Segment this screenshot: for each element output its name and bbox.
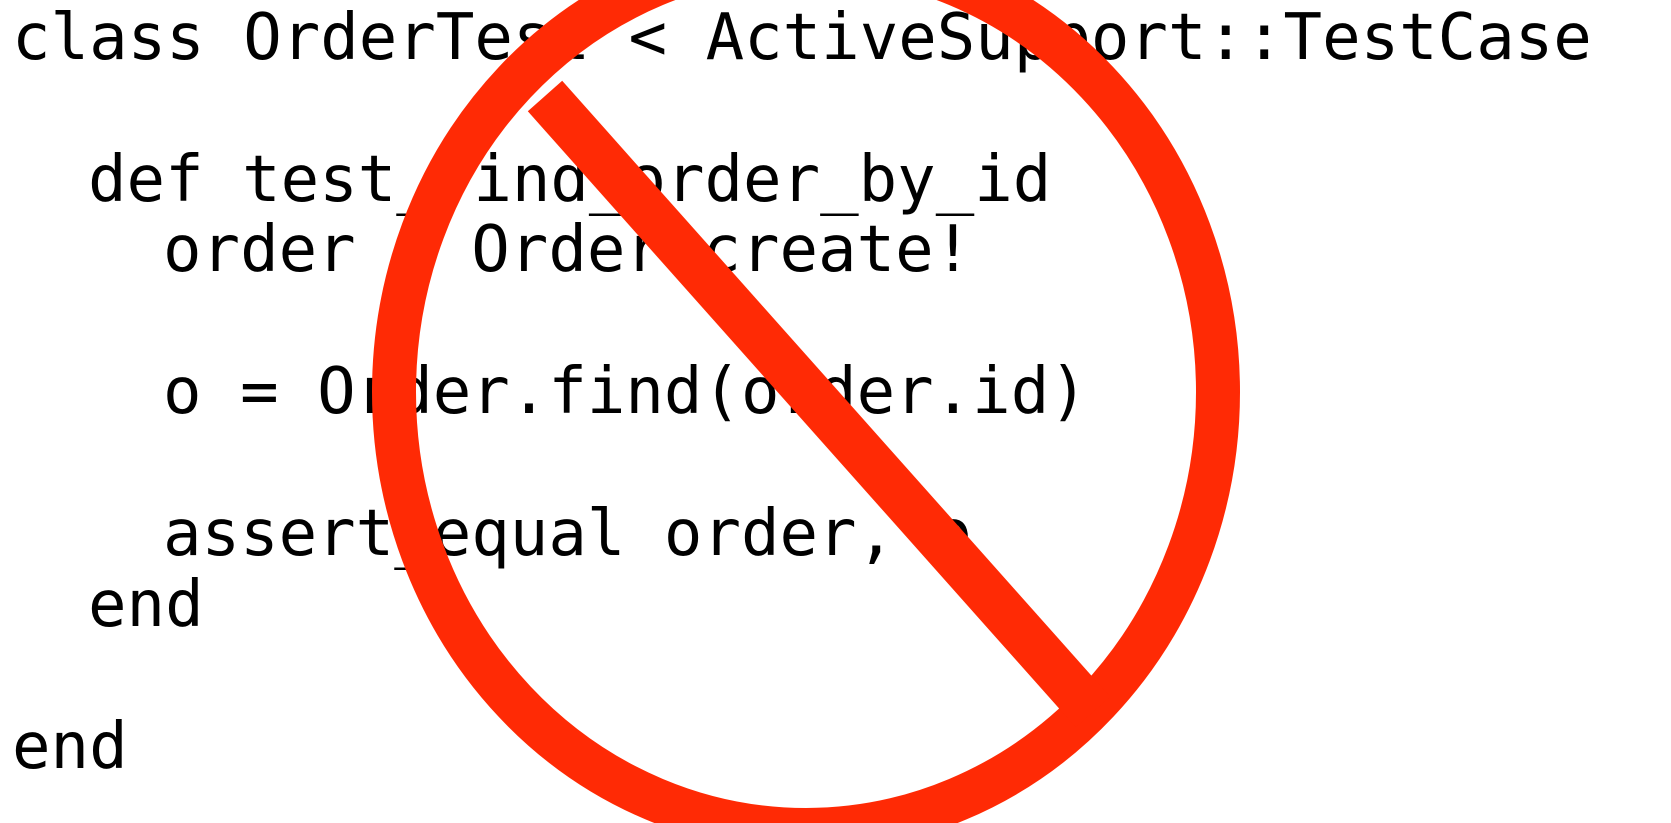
code-line-method-definition: def test_find_order_by_id	[88, 143, 1052, 217]
code-line-assert-equal: assert_equal order, o	[163, 497, 973, 571]
code-line-create-order: order = Order.create!	[163, 213, 973, 287]
code-line-find-order: o = Order.find(order.id)	[163, 355, 1088, 429]
code-line-method-end: end	[88, 568, 204, 642]
code-line-class-end: end	[12, 710, 128, 784]
code-block: class OrderTest < ActiveSupport::TestCas…	[0, 0, 1671, 823]
code-line-class-declaration: class OrderTest < ActiveSupport::TestCas…	[12, 1, 1592, 75]
